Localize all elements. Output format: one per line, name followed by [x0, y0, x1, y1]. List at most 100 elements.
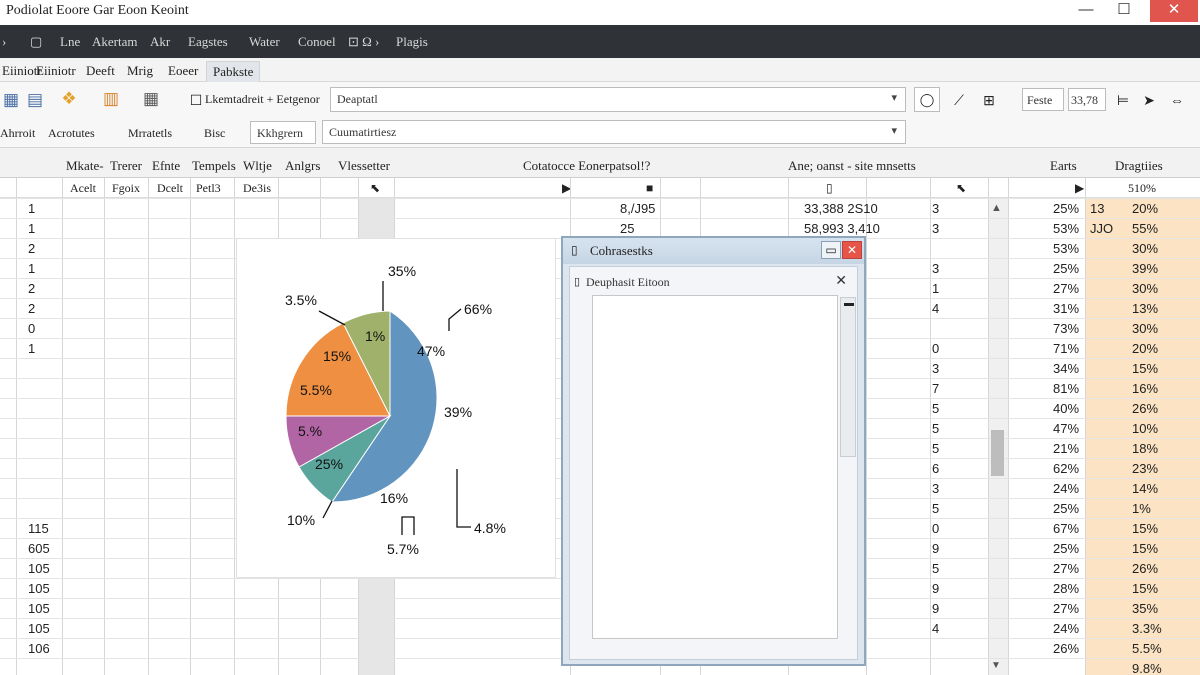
table-cell[interactable]: 0	[932, 521, 939, 536]
stop-icon[interactable]: ■	[646, 181, 653, 196]
brush-icon[interactable]: ⟋	[948, 89, 970, 111]
table-cell[interactable]: 25%	[1053, 201, 1079, 216]
table-cell[interactable]: 5	[932, 421, 939, 436]
table-cell[interactable]: 18%	[1132, 441, 1158, 456]
table-cell[interactable]: 2	[28, 241, 35, 256]
table-cell[interactable]: 21%	[1053, 441, 1079, 456]
table-cell[interactable]: 9	[932, 601, 939, 616]
table-cell[interactable]: 5	[932, 561, 939, 576]
sub-header[interactable]: Fgoix	[112, 181, 140, 196]
table-cell[interactable]: 30%	[1132, 321, 1158, 336]
table-cell[interactable]: 26%	[1132, 401, 1158, 416]
table-cell[interactable]: 0	[932, 341, 939, 356]
menu-icons[interactable]: ⊡ Ω ›	[348, 34, 379, 50]
table-cell[interactable]: 25	[620, 221, 634, 236]
table-cell[interactable]: 30%	[1132, 241, 1158, 256]
table-cell[interactable]: 9	[932, 541, 939, 556]
table-cell[interactable]: 1	[28, 341, 35, 356]
table-cell[interactable]: 15%	[1132, 541, 1158, 556]
tb2-item-4[interactable]: Kkhgrern	[250, 121, 316, 144]
dialog-scrollbar[interactable]: ▬	[840, 297, 856, 457]
table-cell[interactable]: 4	[932, 301, 939, 316]
column-header[interactable]: Cotatocce Eonerpatsol!?	[523, 158, 650, 174]
table-cell[interactable]: 20%	[1132, 201, 1158, 216]
column-header[interactable]: Vlessetter	[338, 158, 390, 174]
table-cell[interactable]: 53%	[1053, 221, 1079, 236]
table-cell[interactable]: 7	[932, 381, 939, 396]
table-cell[interactable]: 15%	[1132, 521, 1158, 536]
menu-item-4[interactable]: Water	[249, 34, 280, 50]
chart-icon[interactable]: ▥	[100, 88, 122, 110]
tab-active[interactable]: Pabkste	[206, 61, 261, 82]
table-cell[interactable]: 115	[28, 521, 49, 536]
table-cell[interactable]: 13%	[1132, 301, 1158, 316]
play-icon[interactable]: ▶	[1075, 181, 1084, 196]
menu-item-0[interactable]: Lne	[60, 34, 80, 50]
table-cell[interactable]: 1	[932, 281, 939, 296]
table-cell[interactable]: 605	[28, 541, 50, 556]
menu-item-5[interactable]: Conoel	[298, 34, 336, 50]
table-cell[interactable]: 40%	[1053, 401, 1079, 416]
table-cell[interactable]: 24%	[1053, 621, 1079, 636]
table-cell[interactable]: 5	[932, 441, 939, 456]
dialog-inner-close-button[interactable]: ✕	[835, 272, 847, 289]
table-cell[interactable]: 71%	[1053, 341, 1079, 356]
tb2-item-2[interactable]: Mrratetls	[128, 126, 172, 141]
refresh-button[interactable]: ◯	[914, 87, 940, 112]
table-cell[interactable]: 26%	[1053, 641, 1079, 656]
table-cell[interactable]: 30%	[1132, 281, 1158, 296]
table-cell[interactable]: 2	[28, 301, 35, 316]
dialog-titlebar[interactable]: ▯ Cohrasestks ▭ ✕	[563, 238, 864, 264]
menu-item-6[interactable]: Plagis	[396, 34, 428, 50]
sub-header[interactable]: Acelt	[70, 181, 96, 196]
format-dropdown[interactable]: Deaptatl ▾	[330, 87, 906, 112]
table-cell[interactable]: 13	[1090, 201, 1104, 216]
table-cell[interactable]: 3	[932, 261, 939, 276]
sheet-icon[interactable]: ▦	[140, 88, 162, 110]
table-cell[interactable]: 25%	[1053, 261, 1079, 276]
table-cell[interactable]: 24%	[1053, 481, 1079, 496]
table-cell[interactable]: 27%	[1053, 601, 1079, 616]
tb2-item-0[interactable]: Ahrroit	[0, 126, 35, 141]
menu-square-icon[interactable]: ▢	[30, 34, 42, 50]
table-cell[interactable]: 31%	[1053, 301, 1079, 316]
table-cell[interactable]: 5.5%	[1132, 641, 1162, 656]
table-cell[interactable]: 27%	[1053, 281, 1079, 296]
table-cell[interactable]: 3	[932, 481, 939, 496]
checkbox-icon[interactable]: ☐	[185, 89, 207, 111]
secondary-dropdown[interactable]: Cuumatirtiesz ▾	[322, 120, 906, 144]
pointer-icon[interactable]: ➤	[1138, 89, 1160, 111]
tab-1[interactable]: Eiiniotr	[30, 61, 82, 82]
table-cell[interactable]: 67%	[1053, 521, 1079, 536]
scroll-up-icon[interactable]: ▬	[844, 298, 854, 309]
sub-header[interactable]: Petl3	[196, 181, 221, 196]
table-cell[interactable]: 26%	[1132, 561, 1158, 576]
table-cell[interactable]: 1	[28, 221, 35, 236]
table-cell[interactable]: 25%	[1053, 541, 1079, 556]
scroll-down-icon[interactable]: ▼	[991, 660, 1001, 671]
table-cell[interactable]: 105	[28, 601, 50, 616]
sort-icon[interactable]: ⬉	[370, 181, 380, 196]
field-right-2[interactable]: 33,78	[1068, 88, 1106, 111]
tb2-item-1[interactable]: Acrotutes	[48, 126, 95, 141]
table-cell[interactable]: 0	[28, 321, 35, 336]
table-cell[interactable]: 20%	[1132, 341, 1158, 356]
table-cell[interactable]: 6	[932, 461, 939, 476]
table-cell[interactable]: 35%	[1132, 601, 1158, 616]
table-cell[interactable]: 3	[932, 361, 939, 376]
column-header[interactable]: Trerer	[110, 158, 142, 174]
pie-chart[interactable]: 47% 39% 16% 25% 5.% 5.5% 15% 1% 35% 3.5%…	[236, 238, 556, 578]
tb2-item-3[interactable]: Bisc	[204, 126, 225, 141]
table-cell[interactable]: 3.3%	[1132, 621, 1162, 636]
table-cell[interactable]: 81%	[1053, 381, 1079, 396]
sub-header[interactable]: Dcelt	[157, 181, 183, 196]
table-cell[interactable]: 8,/J95	[620, 201, 655, 216]
scroll-up-icon[interactable]: ▲	[991, 202, 1002, 214]
tab-3[interactable]: Mrig	[121, 61, 159, 82]
menu-item-1[interactable]: Akertam	[92, 34, 137, 50]
table-cell[interactable]: 2	[28, 281, 35, 296]
table-cell[interactable]: 106	[28, 641, 50, 656]
table-cell[interactable]: 10%	[1132, 421, 1158, 436]
table-cell[interactable]: 5	[932, 501, 939, 516]
menu-item-3[interactable]: Eagstes	[188, 34, 228, 50]
